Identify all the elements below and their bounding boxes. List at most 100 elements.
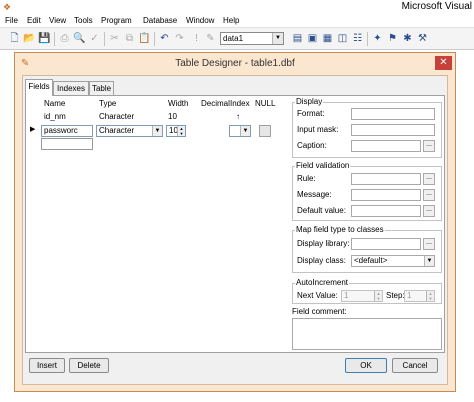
row1-name[interactable]: id_nm: [44, 112, 66, 122]
dialog-title: Table Designer - table1.dbf: [175, 58, 295, 69]
document-view-icon[interactable]: ☷: [351, 32, 364, 45]
paste-icon[interactable]: 📋: [138, 32, 151, 45]
cancel-button[interactable]: Cancel: [392, 358, 438, 373]
format-input[interactable]: [351, 108, 435, 120]
input-mask-label: Input mask:: [297, 125, 339, 134]
data-session-icon[interactable]: ▤: [291, 32, 304, 45]
row2-null-checkbox[interactable]: [259, 125, 271, 137]
standard-toolbar: 🗋 📂 💾 ⎙ 🔍 ✓ ✂ ⧉ 📋 ↶ ↷ ! ✎ data1 ▼ ▤ ▣ ▦ …: [0, 28, 474, 50]
caption-label: Caption:: [297, 141, 327, 150]
input-mask-input[interactable]: [351, 124, 435, 136]
column-header-decimal: Decimal: [201, 99, 230, 108]
row2-width-spinner[interactable]: 10 ▲ ▼: [166, 125, 186, 137]
tab-fields[interactable]: Fields: [25, 79, 53, 96]
column-header-name: Name: [44, 99, 66, 108]
menu-tools[interactable]: Tools: [74, 14, 93, 28]
properties-icon[interactable]: ▦: [321, 32, 334, 45]
next-value-spinner[interactable]: 1 ▲ ▼: [341, 290, 383, 302]
menu-database[interactable]: Database: [143, 14, 177, 28]
index-ascending-icon[interactable]: ↑: [236, 112, 240, 122]
code-references-icon[interactable]: ✱: [401, 32, 414, 45]
format-label: Format:: [297, 109, 325, 118]
toolbar-separator: [104, 32, 105, 46]
spinner-arrows-icon[interactable]: ▲ ▼: [426, 291, 434, 301]
menu-view[interactable]: View: [49, 14, 66, 28]
dialog-titlebar[interactable]: Table Designer - table1.dbf ✎ ✕: [15, 53, 455, 75]
command-window-icon[interactable]: ▣: [306, 32, 319, 45]
class-browser-icon[interactable]: ◫: [336, 32, 349, 45]
chevron-down-icon[interactable]: ▼: [424, 256, 434, 266]
open-folder-icon[interactable]: 📂: [23, 32, 36, 45]
menu-edit[interactable]: Edit: [27, 14, 41, 28]
app-titlebar: ❖ Microsoft Visual: [0, 0, 474, 14]
modify-icon[interactable]: ✎: [204, 32, 217, 45]
next-value-value: 1: [344, 291, 349, 300]
task-pane-icon[interactable]: ⚑: [386, 32, 399, 45]
menu-file[interactable]: File: [5, 14, 18, 28]
insert-button[interactable]: Insert: [29, 358, 65, 373]
display-library-builder-button[interactable]: ...: [423, 238, 435, 250]
message-builder-button[interactable]: ...: [423, 189, 435, 201]
rule-builder-button[interactable]: ...: [423, 173, 435, 185]
toolbar-separator: [54, 32, 55, 46]
undo-icon[interactable]: ↶: [158, 32, 171, 45]
ok-button[interactable]: OK: [345, 358, 387, 373]
step-spinner[interactable]: 1 ▲ ▼: [404, 290, 435, 302]
row2-type-select[interactable]: Character ▼: [96, 125, 163, 137]
caption-input[interactable]: [351, 140, 421, 152]
column-header-width: Width: [168, 99, 189, 108]
row2-index-select[interactable]: ▼: [229, 125, 251, 137]
close-button[interactable]: ✕: [435, 56, 452, 70]
spell-check-icon[interactable]: ✓: [88, 32, 101, 45]
chevron-down-icon[interactable]: ▼: [240, 126, 250, 136]
menu-help[interactable]: Help: [223, 14, 239, 28]
caption-builder-button[interactable]: ...: [423, 140, 435, 152]
column-header-index: Index: [230, 99, 250, 108]
display-class-select[interactable]: <default> ▼: [351, 255, 435, 267]
database-combo-value: data1: [223, 34, 244, 43]
toolbox-icon[interactable]: ✦: [371, 32, 384, 45]
menu-program[interactable]: Program: [101, 14, 132, 28]
row1-width[interactable]: 10: [168, 112, 177, 122]
copy-icon[interactable]: ⧉: [123, 32, 136, 45]
menu-window[interactable]: Window: [186, 14, 214, 28]
row1-type[interactable]: Character: [99, 112, 134, 122]
field-comment-textarea[interactable]: [292, 318, 442, 350]
rule-input[interactable]: [351, 173, 421, 185]
spinner-arrows-icon[interactable]: ▲ ▼: [374, 291, 382, 301]
step-label: Step:: [386, 291, 405, 300]
message-input[interactable]: [351, 189, 421, 201]
autoincrement-title: AutoIncrement: [295, 278, 350, 288]
display-group-title: Display: [295, 97, 324, 107]
print-preview-icon[interactable]: 🔍: [73, 32, 86, 45]
delete-button[interactable]: Delete: [69, 358, 109, 373]
cut-icon[interactable]: ✂: [108, 32, 121, 45]
chevron-down-icon[interactable]: ▼: [272, 33, 283, 44]
display-library-input[interactable]: [351, 238, 421, 250]
database-combo[interactable]: data1 ▼: [220, 32, 284, 45]
tools-icon[interactable]: ⚒: [416, 32, 429, 45]
map-field-type-title: Map field type to classes: [295, 225, 385, 235]
row-pointer-icon: ▶: [30, 126, 36, 133]
save-icon[interactable]: 💾: [38, 32, 51, 45]
row2-name-input[interactable]: passworc: [41, 125, 93, 137]
default-value-input[interactable]: [351, 205, 421, 217]
display-library-label: Display library:: [297, 239, 350, 248]
run-icon[interactable]: !: [190, 32, 203, 45]
spinner-arrows-icon[interactable]: ▲ ▼: [177, 126, 185, 136]
field-validation-title: Field validation: [295, 161, 351, 171]
print-icon[interactable]: ⎙: [58, 32, 71, 45]
dialog-body: Fields Indexes Table Name Type Width Dec…: [22, 75, 448, 385]
default-value-builder-button[interactable]: ...: [423, 205, 435, 217]
tab-table[interactable]: Table: [89, 81, 114, 95]
chevron-down-icon[interactable]: ▼: [152, 126, 162, 136]
redo-icon[interactable]: ↷: [173, 32, 186, 45]
tab-indexes[interactable]: Indexes: [53, 81, 89, 95]
rule-label: Rule:: [297, 174, 316, 183]
field-comment-label: Field comment:: [292, 307, 347, 316]
step-value: 1: [407, 291, 412, 300]
default-value-label: Default value:: [297, 206, 346, 215]
new-row-name-cell[interactable]: [41, 138, 93, 150]
new-file-icon[interactable]: 🗋: [8, 32, 21, 45]
toolbar-separator: [154, 32, 155, 46]
